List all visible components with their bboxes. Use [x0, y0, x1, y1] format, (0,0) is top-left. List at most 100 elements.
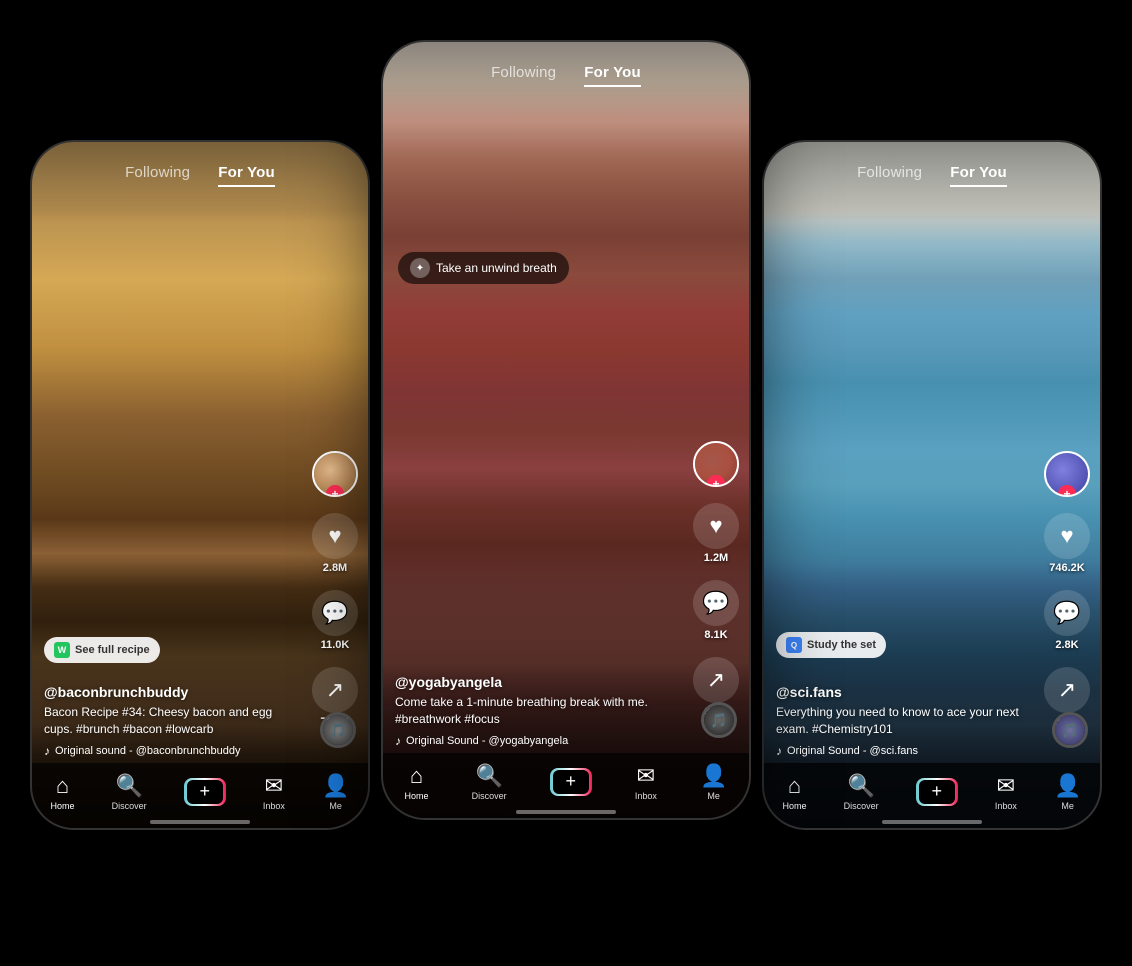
nav-me-right[interactable]: 👤 Me [1054, 773, 1081, 811]
like-btn-right[interactable]: ♥ [1044, 513, 1090, 559]
nav-foryou-center[interactable]: For You [584, 60, 641, 87]
nav-me-left[interactable]: 👤 Me [322, 773, 349, 811]
username-left[interactable]: @baconbrunchbuddy [44, 684, 298, 700]
home-label-left: Home [51, 801, 75, 811]
inbox-label-right: Inbox [995, 801, 1017, 811]
share-btn-right[interactable]: ↗ [1044, 667, 1090, 713]
disc-inner-right: 🎵 [1055, 715, 1085, 745]
nav-foryou-left[interactable]: For You [218, 160, 275, 187]
recipe-icon-left: W [54, 642, 70, 658]
avatar-item-center: + [693, 441, 739, 487]
comment-btn-left[interactable]: 💬 [312, 590, 358, 636]
follow-btn-left[interactable]: + [326, 485, 344, 497]
right-sidebar-center: + ♥ 1.2M 💬 8.1K ↗ 3.9K [693, 441, 739, 718]
me-icon-right: 👤 [1054, 773, 1081, 799]
me-icon-center: 👤 [700, 763, 727, 789]
bottom-nav-center: ⌂ Home 🔍 Discover + ✉ Inbox 👤 [383, 753, 749, 818]
like-item-center[interactable]: ♥ 1.2M [693, 503, 739, 564]
right-sidebar-left: + ♥ 2.8M 💬 11.0K ↗ 76.1K [312, 451, 358, 728]
comment-item-center[interactable]: 💬 8.1K [693, 580, 739, 641]
music-note-center: ♪ [395, 734, 401, 748]
discover-icon-left: 🔍 [115, 773, 142, 799]
sound-label-left: Original sound - @baconbrunchbuddy [55, 745, 240, 757]
phone-left-screen: Following For You + ♥ 2.8M 💬 11.0K [32, 142, 368, 828]
comment-item-right[interactable]: 💬 2.8K [1044, 590, 1090, 651]
nav-plus-left[interactable]: + [184, 778, 226, 806]
discover-icon-right: 🔍 [847, 773, 874, 799]
music-note-left: ♪ [44, 744, 50, 758]
recipe-label-left: See full recipe [75, 644, 150, 656]
avatar-left[interactable]: + [312, 451, 358, 497]
comment-btn-center[interactable]: 💬 [693, 580, 739, 626]
comment-item-left[interactable]: 💬 11.0K [312, 590, 358, 651]
me-label-right: Me [1061, 801, 1074, 811]
nav-inbox-left[interactable]: ✉ Inbox [263, 773, 285, 811]
comment-btn-right[interactable]: 💬 [1044, 590, 1090, 636]
caption-left: Bacon Recipe #34: Cheesy bacon and egg c… [44, 704, 298, 738]
me-icon-left: 👤 [322, 773, 349, 799]
nav-following-right[interactable]: Following [857, 160, 922, 187]
bottom-info-center: @yogabyangela Come take a 1-minute breat… [395, 674, 679, 748]
nav-home-center[interactable]: ⌂ Home [405, 763, 429, 801]
inbox-icon-right: ✉ [997, 773, 1015, 799]
bottom-nav-right: ⌂ Home 🔍 Discover + ✉ Inbox 👤 [764, 763, 1100, 828]
comment-count-center: 8.1K [704, 629, 727, 641]
nav-foryou-right[interactable]: For You [950, 160, 1007, 187]
phone-center: Following For You ✦ Take an unwind breat… [381, 40, 751, 820]
phone-left: Following For You + ♥ 2.8M 💬 11.0K [30, 140, 370, 830]
avatar-right[interactable]: + [1044, 451, 1090, 497]
top-nav-left: Following For You [32, 142, 368, 199]
like-btn-left[interactable]: ♥ [312, 513, 358, 559]
like-btn-center[interactable]: ♥ [693, 503, 739, 549]
nav-plus-right[interactable]: + [916, 778, 958, 806]
nav-discover-center[interactable]: 🔍 Discover [472, 763, 507, 801]
inbox-label-left: Inbox [263, 801, 285, 811]
study-icon-right: Q [786, 637, 802, 653]
discover-label-left: Discover [112, 801, 147, 811]
nav-following-left[interactable]: Following [125, 160, 190, 187]
sound-row-center: ♪ Original Sound - @yogabyangela [395, 734, 679, 748]
home-label-center: Home [405, 791, 429, 801]
nav-discover-right[interactable]: 🔍 Discover [844, 773, 879, 811]
comment-count-right: 2.8K [1055, 639, 1078, 651]
music-note-right: ♪ [776, 744, 782, 758]
plus-btn-center[interactable]: + [550, 768, 592, 796]
like-count-center: 1.2M [704, 552, 728, 564]
recipe-badge-left[interactable]: W See full recipe [44, 637, 160, 663]
nav-following-center[interactable]: Following [491, 60, 556, 87]
plus-btn-left[interactable]: + [184, 778, 226, 806]
share-btn-left[interactable]: ↗ [312, 667, 358, 713]
home-icon-center: ⌂ [410, 763, 423, 789]
comment-count-left: 11.0K [321, 639, 350, 651]
plus-inner-right: + [919, 780, 955, 804]
home-indicator-center [516, 810, 616, 814]
nav-discover-left[interactable]: 🔍 Discover [112, 773, 147, 811]
home-icon-right: ⌂ [788, 773, 801, 799]
study-badge-right[interactable]: Q Study the set [776, 632, 886, 658]
discover-icon-center: 🔍 [475, 763, 502, 789]
username-center[interactable]: @yogabyangela [395, 674, 679, 690]
username-right[interactable]: @sci.fans [776, 684, 1030, 700]
like-item-right[interactable]: ♥ 746.2K [1044, 513, 1090, 574]
nav-inbox-right[interactable]: ✉ Inbox [995, 773, 1017, 811]
plus-inner-center: + [553, 770, 589, 794]
breathe-badge-center[interactable]: ✦ Take an unwind breath [398, 252, 569, 284]
phones-container: Following For You + ♥ 2.8M 💬 11.0K [0, 0, 1132, 966]
me-label-left: Me [329, 801, 342, 811]
music-disc-right: 🎵 [1052, 712, 1088, 748]
follow-btn-center[interactable]: + [707, 475, 725, 487]
nav-plus-center[interactable]: + [550, 768, 592, 796]
avatar-center[interactable]: + [693, 441, 739, 487]
nav-home-right[interactable]: ⌂ Home [783, 773, 807, 811]
like-item-left[interactable]: ♥ 2.8M [312, 513, 358, 574]
discover-label-right: Discover [844, 801, 879, 811]
inbox-icon-left: ✉ [265, 773, 283, 799]
nav-home-left[interactable]: ⌂ Home [51, 773, 75, 811]
plus-btn-right[interactable]: + [916, 778, 958, 806]
share-btn-center[interactable]: ↗ [693, 657, 739, 703]
top-nav-right: Following For You [764, 142, 1100, 199]
nav-inbox-center[interactable]: ✉ Inbox [635, 763, 657, 801]
follow-btn-right[interactable]: + [1058, 485, 1076, 497]
like-count-left: 2.8M [323, 562, 347, 574]
nav-me-center[interactable]: 👤 Me [700, 763, 727, 801]
